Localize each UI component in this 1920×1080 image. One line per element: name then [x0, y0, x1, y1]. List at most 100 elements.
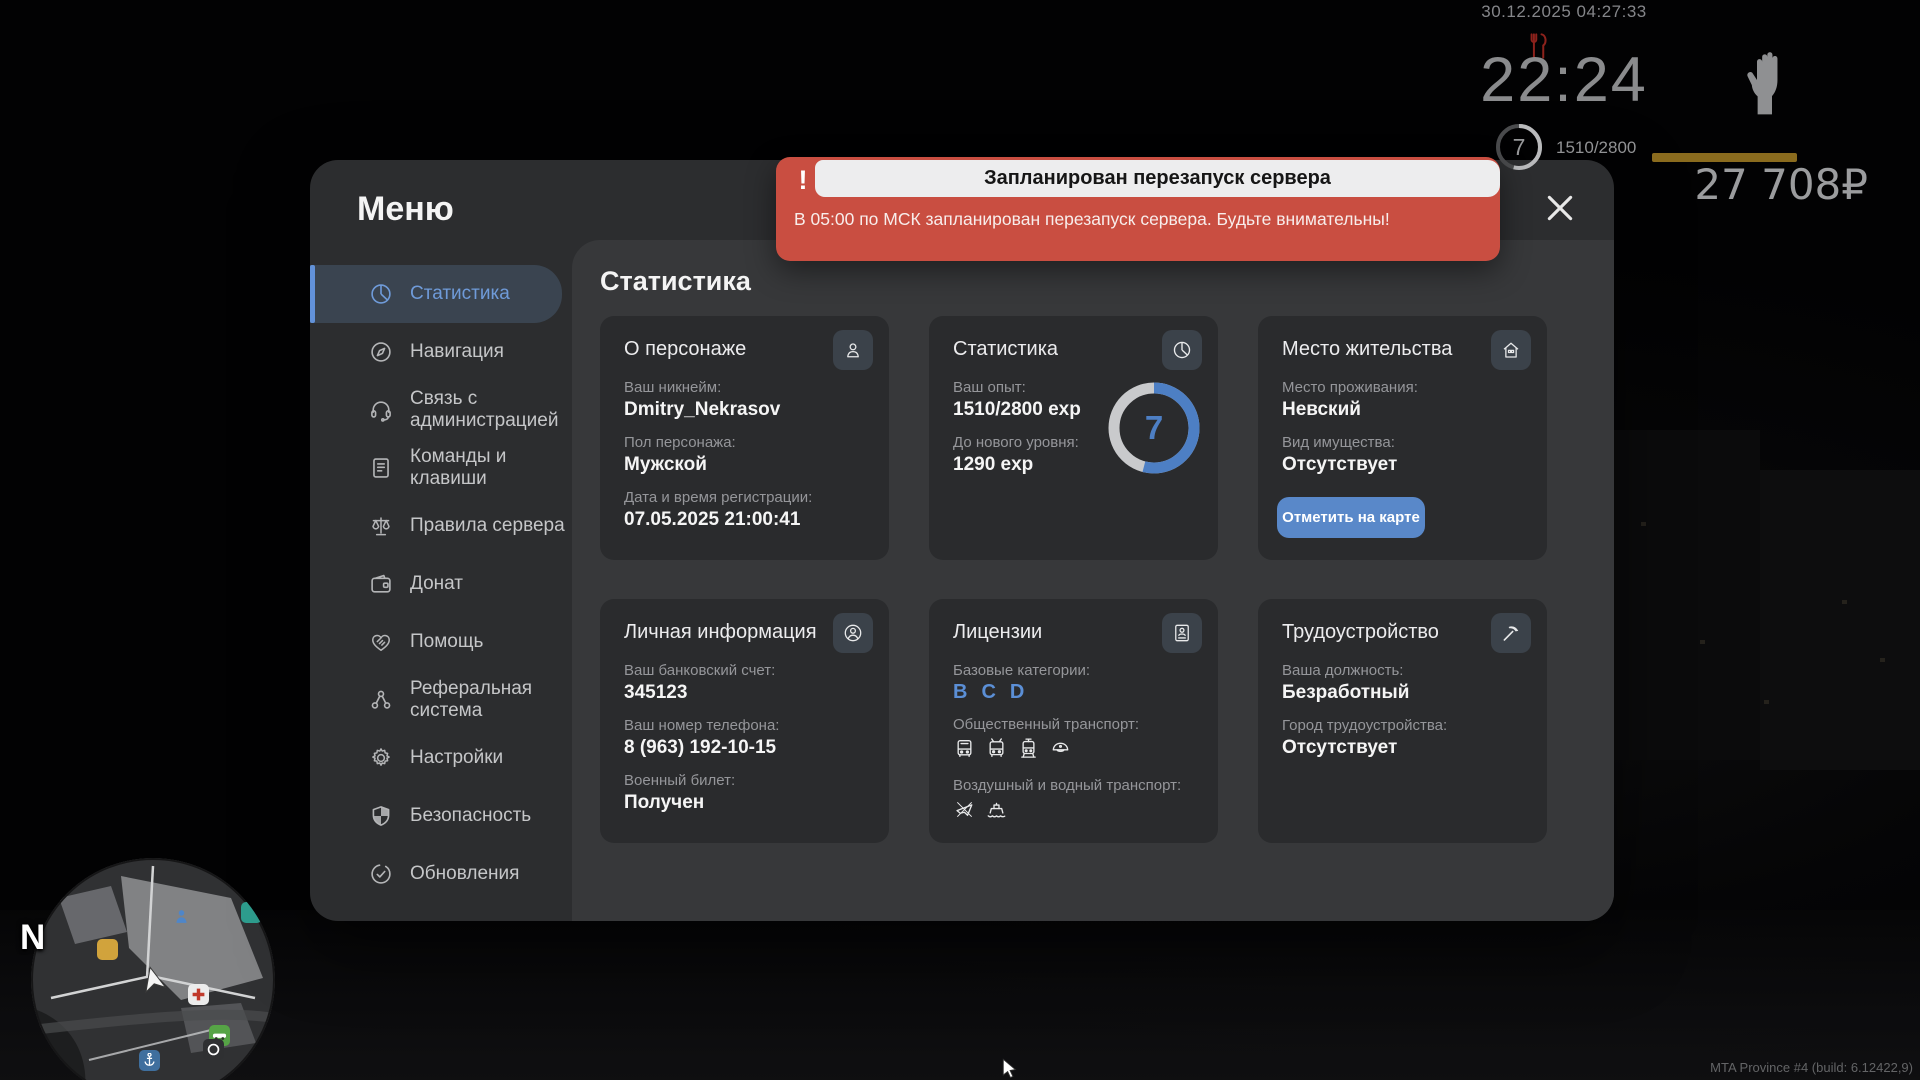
- field-label: Дата и время регистрации:: [624, 489, 813, 506]
- gear-icon: [368, 745, 394, 771]
- sidebar-item-settings[interactable]: Настройки: [310, 729, 572, 787]
- mark-on-map-button[interactable]: Отметить на карте: [1277, 497, 1425, 538]
- scales-icon: [368, 513, 394, 539]
- registration-value: 07.05.2025 21:00:41: [624, 509, 801, 530]
- sidebar-item-label: Донат: [410, 573, 463, 595]
- sidebar-item-admin-contact[interactable]: Связь с администрацией: [310, 381, 572, 439]
- category-b: B: [953, 681, 968, 703]
- update-check-icon: [368, 861, 394, 887]
- pickaxe-icon: [1491, 613, 1531, 653]
- sidebar-item-commands-keys[interactable]: Команды и клавиши: [310, 439, 572, 497]
- notification-message: В 05:00 по МСК запланирован перезапуск с…: [794, 209, 1390, 229]
- card-residence: Место жительства Место проживания: Невск…: [1258, 316, 1547, 560]
- sidebar-item-label: Реферальная система: [410, 678, 533, 721]
- alert-exclamation-icon: !: [798, 165, 808, 195]
- sidebar-item-label: Безопасность: [410, 805, 532, 827]
- person-icon: [833, 330, 873, 370]
- card-personal-info: Личная информация Ваш банковский счет: 3…: [600, 599, 889, 843]
- minimap-blip-player-friend: [171, 906, 192, 927]
- tram-icon: [1017, 737, 1040, 765]
- license-categories: B C D: [953, 681, 1194, 704]
- job-city-value: Отсутствует: [1282, 737, 1398, 758]
- sidebar-nav: Статистика Навигация Связь с администрац…: [310, 265, 572, 903]
- sidebar-item-label: Команды и клавиши: [410, 446, 507, 489]
- field-label: Вид имущества:: [1282, 434, 1395, 451]
- sidebar-item-donate[interactable]: Донат: [310, 555, 572, 613]
- field-label: Ваш банковский счет:: [624, 662, 776, 679]
- minimap-blip-job: [97, 939, 118, 960]
- sidebar-item-help[interactable]: Помощь: [310, 613, 572, 671]
- public-transport-label: Общественный транспорт:: [953, 716, 1140, 733]
- air-water-transport-icons: [953, 798, 1194, 826]
- heart-handshake-icon: [368, 629, 394, 655]
- next-level-value: 1290 exp: [953, 454, 1034, 475]
- categories-label: Базовые категории:: [953, 662, 1091, 679]
- sidebar-item-label: Навигация: [410, 341, 504, 363]
- level-value: 7: [1144, 409, 1164, 446]
- hud-level-value: 7: [1512, 133, 1526, 160]
- id-card-icon: [1162, 613, 1202, 653]
- plane-crossed-icon: [953, 798, 976, 826]
- minimap-blip-dock-anchor: [139, 1050, 160, 1071]
- property-value: Отсутствует: [1282, 454, 1398, 475]
- card-employment: Трудоустройство Ваша должность: Безработ…: [1258, 599, 1547, 843]
- wallet-icon: [368, 571, 394, 597]
- field-label: Город трудоустройства:: [1282, 717, 1448, 734]
- uniform-cap-icon: [1049, 737, 1072, 765]
- document-icon: [368, 455, 394, 481]
- field-label: Военный билет:: [624, 772, 736, 789]
- hud-datetime: 30.12.2025 04:27:33: [1481, 2, 1647, 21]
- card-licenses: Лицензии Базовые категории: B C D Общест…: [929, 599, 1218, 843]
- category-c: C: [981, 681, 996, 703]
- minimap-blip-hospital: [188, 984, 209, 1005]
- military-id-value: Получен: [624, 792, 705, 813]
- exp-value: 1510/2800 exp: [953, 399, 1081, 420]
- sidebar-item-statistics[interactable]: Статистика: [310, 265, 562, 323]
- close-menu-button[interactable]: [1543, 191, 1577, 225]
- residence-value: Невский: [1282, 399, 1361, 420]
- trolleybus-icon: [985, 737, 1008, 765]
- bus-icon: [953, 737, 976, 765]
- headset-icon: [368, 397, 394, 423]
- page-title: Статистика: [600, 266, 751, 296]
- sidebar-item-updates[interactable]: Обновления: [310, 845, 572, 903]
- sidebar-item-label: Настройки: [410, 747, 504, 769]
- compass-north-label: N: [20, 918, 46, 957]
- network-icon: [368, 687, 394, 713]
- hud-level-ring: 7: [1494, 122, 1544, 172]
- close-icon: [1543, 195, 1577, 228]
- sidebar-item-referral[interactable]: Реферальная система: [310, 671, 572, 729]
- field-label: Ваш опыт:: [953, 379, 1026, 396]
- sidebar-item-label: Помощь: [410, 631, 484, 653]
- air-water-transport-label: Воздушный и водный транспорт:: [953, 777, 1182, 794]
- shield-icon: [368, 803, 394, 829]
- card-character: О персонаже Ваш никнейм: Dmitry_Nekrasov…: [600, 316, 889, 560]
- sidebar-item-label: Правила сервера: [410, 515, 565, 537]
- sidebar-item-label: Обновления: [410, 863, 520, 885]
- server-build-label: MTA Province #4 (build: 6.12422,9): [1710, 1060, 1913, 1075]
- sidebar-item-server-rules[interactable]: Правила сервера: [310, 497, 572, 555]
- sidebar-item-navigation[interactable]: Навигация: [310, 323, 572, 381]
- notification-title: Запланирован перезапуск сервера: [984, 167, 1331, 189]
- field-label: Место проживания:: [1282, 379, 1418, 396]
- hud-clock: 22:24: [1480, 45, 1648, 115]
- pie-chart-icon: [1162, 330, 1202, 370]
- menu-content: Статистика О персонаже Ваш никнейм: Dmit…: [572, 240, 1614, 921]
- sidebar-item-security[interactable]: Безопасность: [310, 787, 572, 845]
- nickname-value: Dmitry_Nekrasov: [624, 399, 781, 420]
- card-title: Трудоустройство: [1282, 621, 1439, 643]
- card-title: Личная информация: [624, 621, 817, 643]
- public-transport-icons: [953, 737, 1194, 765]
- card-title: Статистика: [953, 338, 1059, 360]
- compass-icon: [368, 339, 394, 365]
- ferry-icon: [985, 798, 1008, 826]
- card-title: Лицензии: [953, 621, 1043, 643]
- fist-icon: [1742, 42, 1792, 118]
- field-label: Ваша должность:: [1282, 662, 1404, 679]
- field-label: Ваш никнейм:: [624, 379, 722, 396]
- notification-header: Запланирован перезапуск сервера: [815, 160, 1500, 197]
- category-d: D: [1009, 681, 1025, 703]
- person-circle-icon: [833, 613, 873, 653]
- sidebar-item-label: Статистика: [410, 283, 510, 305]
- menu-panel: Меню Статистика Навигация Связь с админи…: [310, 160, 1614, 921]
